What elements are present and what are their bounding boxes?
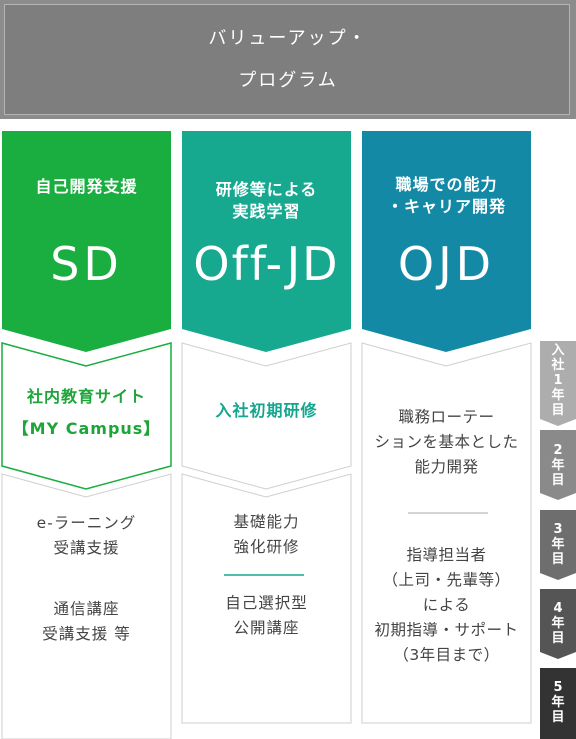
ojd-header-text: 職場での能力 ・キャリア開発 xyxy=(362,173,531,219)
year-tag-5-label: 5年目 xyxy=(551,680,565,725)
ojd-body-line-4: 初期指導・サポート xyxy=(374,620,519,639)
year-tag-3-label: 3年目 xyxy=(551,522,565,567)
offjd-subtitle: 入社初期研修 xyxy=(182,394,351,428)
sd-subtitle-line-1: 社内教育サイト xyxy=(26,387,146,406)
offjd-body-1-line-2: 強化研修 xyxy=(233,538,300,556)
offjd-body-2: 自己選択型 公開講座 xyxy=(182,590,351,642)
ojd-subtitle-line-2: ションを基本とした xyxy=(374,432,519,451)
sd-body-1-line-1: e-ラーニング xyxy=(36,514,137,532)
year-tag-1-label: 入社1年目 xyxy=(551,343,565,418)
year-tag-2: 2年目 xyxy=(540,443,576,488)
offjd-subtitle-line-1: 入社初期研修 xyxy=(215,401,318,420)
ojd-body: 指導担当者 （上司・先輩等） による 初期指導・サポート （3年目まで） xyxy=(362,542,531,668)
offjd-body-2-line-2: 公開講座 xyxy=(233,619,300,637)
sd-body-1-line-2: 受講支援 xyxy=(53,539,120,557)
ojd-subtitle-line-1: 職務ローテー xyxy=(398,407,495,426)
year-tag-2-label: 2年目 xyxy=(551,443,565,488)
sd-body-1: e-ラーニング 受講支援 xyxy=(2,510,171,562)
ojd-body-line-5: （3年目まで） xyxy=(393,645,500,664)
ojd-header-line-2: ・キャリア開発 xyxy=(386,197,506,216)
offjd-header-line-2: 実践学習 xyxy=(232,202,301,221)
sd-code: SD xyxy=(50,237,123,291)
offjd-body-2-line-1: 自己選択型 xyxy=(225,594,308,612)
ojd-subtitle-line-3: 能力開発 xyxy=(414,457,479,476)
sd-subtitle: 社内教育サイト 【MY Campus】 xyxy=(2,376,171,450)
sd-header-text: 自己開発支援 xyxy=(2,172,171,202)
year-tag-5: 5年目 xyxy=(540,680,576,725)
ojd-body-line-2: （上司・先輩等） xyxy=(382,570,511,589)
ojd-body-line-1: 指導担当者 xyxy=(406,545,487,564)
sd-subtitle-line-2: 【MY Campus】 xyxy=(12,419,161,438)
offjd-header-line-1: 研修等による xyxy=(215,180,318,199)
sd-body-2-line-1: 通信講座 xyxy=(53,600,120,618)
ojd-code: OJD xyxy=(397,237,496,291)
sd-body-2: 通信講座 受講支援 等 xyxy=(2,596,171,648)
sd-body-2-line-2: 受講支援 等 xyxy=(42,625,131,643)
year-tag-3: 3年目 xyxy=(540,522,576,567)
year-tag-4: 4年目 xyxy=(540,601,576,646)
offjd-body-1-line-1: 基礎能力 xyxy=(233,513,300,531)
ojd-subtitle: 職務ローテー ションを基本とした 能力開発 xyxy=(362,404,531,480)
year-tag-1: 入社1年目 xyxy=(540,343,576,418)
offjd-code: Off-JD xyxy=(193,237,340,291)
offjd-body-1: 基礎能力 強化研修 xyxy=(182,509,351,561)
year-tag-4-label: 4年目 xyxy=(551,601,565,646)
offjd-header-text: 研修等による 実践学習 xyxy=(182,178,351,224)
sd-header-line-1: 自己開発支援 xyxy=(35,177,138,196)
ojd-body-line-3: による xyxy=(422,595,471,614)
ojd-header-line-1: 職場での能力 xyxy=(395,175,498,194)
